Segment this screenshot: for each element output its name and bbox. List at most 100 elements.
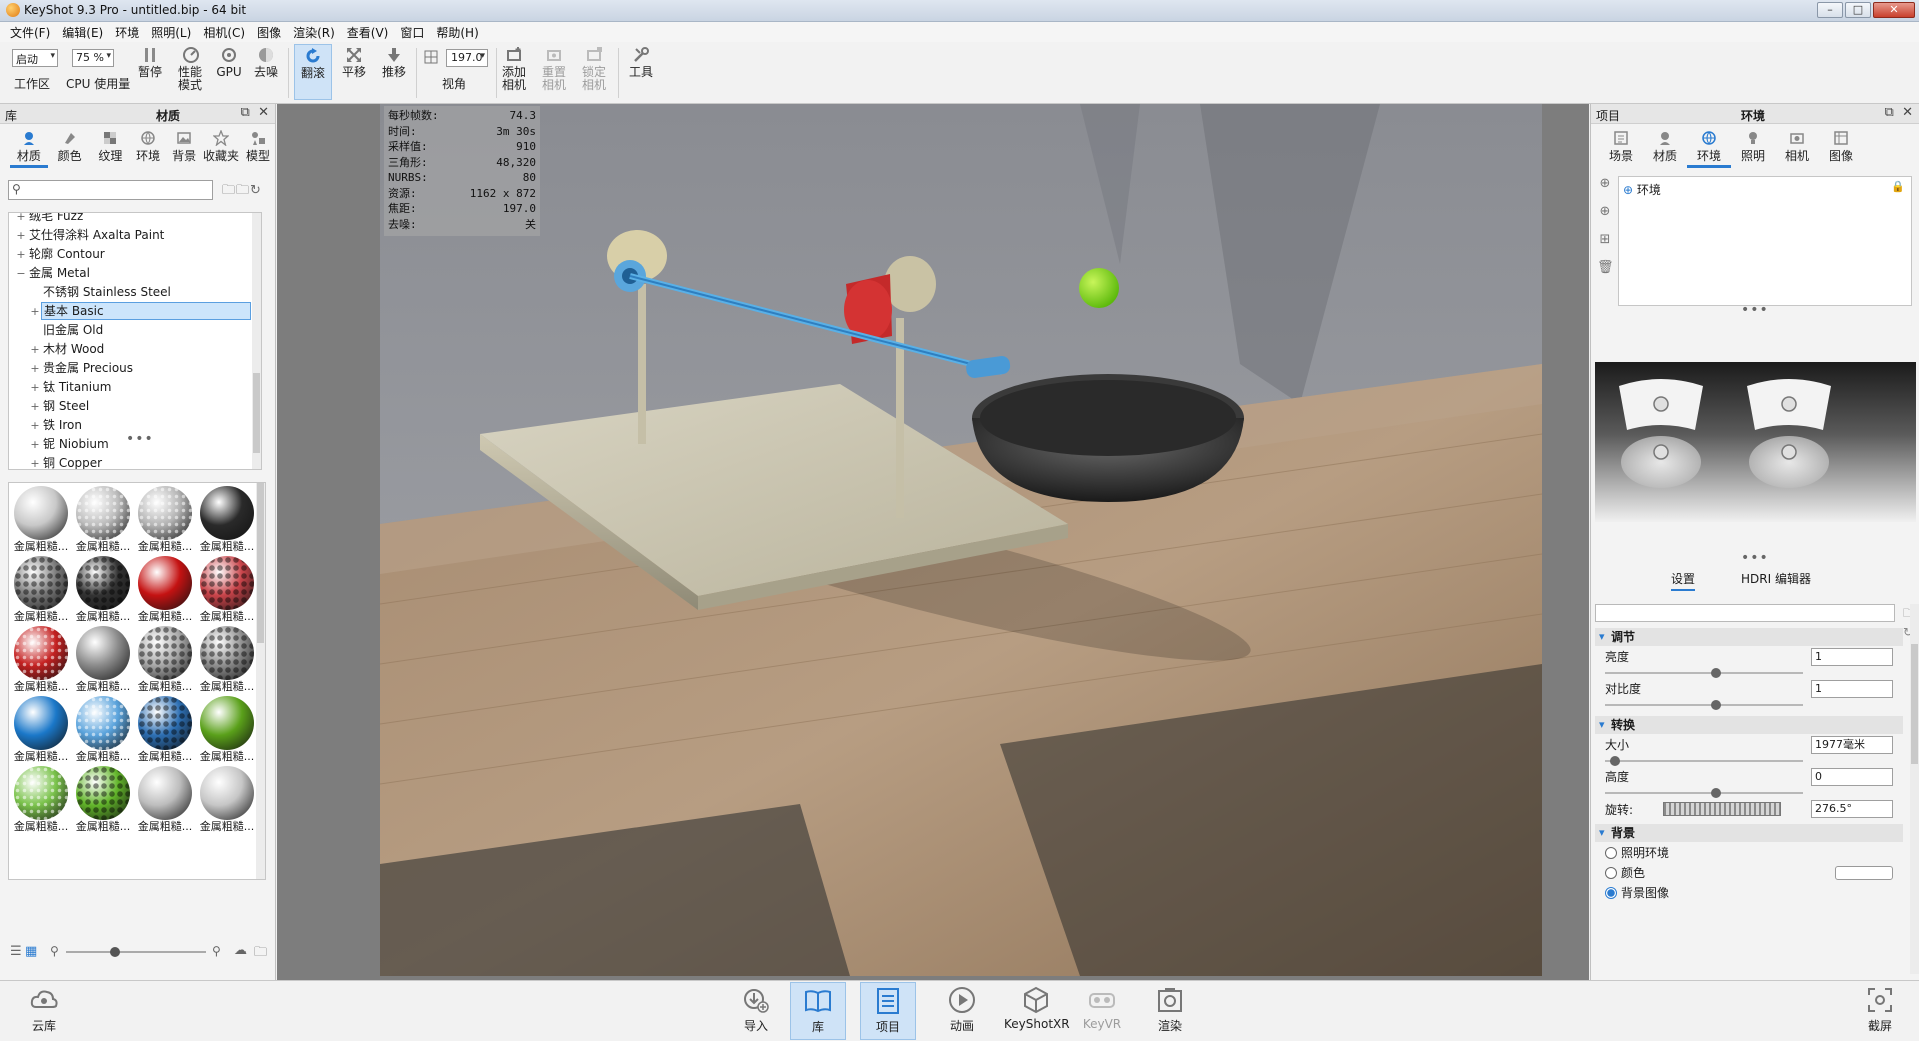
project-tab-materials[interactable]: 材质 (1643, 128, 1687, 168)
list-view-icon[interactable]: ☰ (10, 944, 22, 959)
bg-color-swatch[interactable] (1835, 866, 1893, 880)
expand-icon[interactable]: + (29, 360, 41, 378)
thumbnail-size-knob[interactable] (110, 947, 120, 957)
material-swatch[interactable]: 金属粗糙... (74, 485, 132, 555)
screenshot-button[interactable]: 截屏 (1852, 985, 1908, 1034)
library-tab-materials[interactable]: 材质 (10, 128, 48, 168)
grid-view-icon[interactable]: ▦ (25, 944, 37, 959)
tools-button[interactable]: 工具 (626, 46, 656, 79)
menu-window[interactable]: 窗口 (394, 22, 430, 42)
library-tab-backplates[interactable]: 背景 (167, 128, 201, 168)
material-swatch[interactable]: 金属粗糙... (136, 625, 194, 695)
keyvr-button[interactable]: KeyVR (1074, 985, 1130, 1031)
menu-help[interactable]: 帮助(H) (430, 22, 484, 42)
tree-item[interactable]: 不锈钢 Stainless Steel (29, 283, 173, 301)
swatch-grid-scrollbar[interactable] (256, 483, 265, 879)
library-tab-environments[interactable]: 环境 (129, 128, 167, 168)
reset-camera-button[interactable]: 重置相机 (540, 46, 570, 92)
contrast-slider[interactable] (1605, 700, 1803, 710)
tree-item[interactable]: + 铌 Niobium (29, 435, 111, 453)
size-slider[interactable] (1605, 756, 1803, 766)
tree-item[interactable]: + 钢 Steel (29, 397, 91, 415)
material-swatch[interactable]: 金属粗糙... (136, 695, 194, 765)
environment-list-item[interactable]: ⊕ 环境 (1623, 181, 1661, 198)
rotation-jog-wheel[interactable] (1663, 802, 1781, 816)
expand-icon[interactable]: + (15, 246, 27, 264)
height-slider[interactable] (1605, 788, 1803, 798)
open-folder-icon[interactable]: 🗀 (222, 183, 236, 198)
transform-section-header[interactable]: 转换 (1595, 716, 1903, 734)
material-tree-scrollbar[interactable] (252, 213, 261, 469)
pause-button[interactable]: 暂停 (136, 46, 164, 79)
material-swatch[interactable]: 金属粗糙... (198, 625, 256, 695)
subtab-settings[interactable]: 设置 (1671, 570, 1696, 591)
bg-option-lighting-environment[interactable]: 照明环境 (1605, 844, 1669, 862)
material-swatch[interactable]: 金属粗糙... (136, 485, 194, 555)
menu-environment[interactable]: 环境 (109, 22, 145, 42)
render-image[interactable]: 每秒帧数: 74.3 时间: 3m 30s 采样值: 910 三角形: 48,320 NURBS… (380, 104, 1542, 976)
material-swatch[interactable]: 金属粗糙... (198, 485, 256, 555)
delete-icon[interactable]: 🗑 (1597, 260, 1614, 276)
rotation-input[interactable]: 276.5° (1811, 800, 1893, 818)
library-tab-models[interactable]: 模型 (241, 128, 275, 168)
project-panel-scrollbar[interactable] (1910, 604, 1919, 974)
tree-item[interactable]: + 钛 Titanium (29, 378, 113, 396)
menu-lighting[interactable]: 照明(L) (145, 22, 197, 42)
radio-button[interactable] (1605, 847, 1617, 859)
menu-file[interactable]: 文件(F) (4, 22, 56, 42)
expand-icon[interactable]: + (29, 455, 41, 469)
material-swatch[interactable]: 金属粗糙... (12, 485, 70, 555)
contrast-slider-knob[interactable] (1710, 700, 1721, 710)
panel-close-icon[interactable]: ✕ (258, 105, 269, 120)
tree-item[interactable]: + 绒毛 Fuzz (15, 213, 85, 225)
tree-item[interactable]: 旧金属 Old (29, 321, 105, 339)
pan-button[interactable]: 平移 (338, 46, 370, 79)
material-swatch[interactable]: 金属粗糙... (198, 555, 256, 625)
project-tab-environment[interactable]: 环境 (1687, 128, 1731, 168)
tree-item[interactable]: + 艾仕得涂料 Axalta Paint (15, 226, 166, 244)
size-input[interactable]: 1977毫米 (1811, 736, 1893, 754)
material-swatch[interactable]: 金属粗糙... (136, 555, 194, 625)
lock-camera-button[interactable]: 锁定相机 (580, 46, 610, 92)
undock-icon[interactable]: ⧉ (241, 105, 250, 120)
render-viewport[interactable]: 每秒帧数: 74.3 时间: 3m 30s 采样值: 910 三角形: 48,320 NURBS… (277, 104, 1589, 980)
menu-render[interactable]: 渲染(R) (287, 22, 341, 42)
material-swatch[interactable]: 金属粗糙... (136, 765, 194, 835)
project-tab-scene[interactable]: 场景 (1599, 128, 1643, 168)
brightness-slider[interactable] (1605, 668, 1803, 678)
maximize-button[interactable]: □ (1845, 2, 1871, 18)
expand-icon[interactable]: + (29, 341, 41, 359)
add-environment-icon[interactable]: ⊕ (1597, 176, 1613, 192)
material-swatch[interactable]: 金属粗糙... (198, 695, 256, 765)
tree-item[interactable]: + 轮廓 Contour (15, 245, 107, 263)
tree-item[interactable]: + 基本 Basic (29, 302, 251, 320)
expand-icon[interactable]: + (29, 436, 41, 454)
lock-icon[interactable]: 🔒 (1891, 180, 1905, 193)
brightness-input[interactable]: 1 (1811, 648, 1893, 666)
menu-image[interactable]: 图像 (251, 22, 287, 42)
radio-button[interactable] (1605, 887, 1617, 899)
add-to-library-icon[interactable]: ⊞ (1597, 232, 1613, 248)
height-slider-knob[interactable] (1710, 788, 1721, 798)
menu-edit[interactable]: 编辑(E) (56, 22, 109, 42)
expand-icon[interactable]: + (29, 417, 41, 435)
panel-splitter-handle[interactable]: ••• (1741, 550, 1769, 566)
duplicate-environment-icon[interactable]: ⊕ (1597, 204, 1613, 220)
keyshotxr-button[interactable]: KeyShotXR (1004, 985, 1070, 1031)
collapse-icon[interactable]: − (15, 265, 27, 283)
import-folder-icon[interactable]: 🗀 (254, 943, 267, 965)
material-swatch[interactable]: 金属粗糙... (12, 555, 70, 625)
library-tab-colors[interactable]: 颜色 (48, 128, 92, 168)
thumbnail-size-slider[interactable] (66, 947, 206, 957)
cloud-upload-icon[interactable]: ☁ (234, 943, 247, 958)
project-button[interactable]: 项目 (860, 982, 916, 1040)
close-button[interactable]: ✕ (1873, 2, 1915, 18)
radio-button[interactable] (1605, 867, 1617, 879)
library-tab-textures[interactable]: 纹理 (91, 128, 129, 168)
render-button[interactable]: 渲染 (1142, 985, 1198, 1034)
environment-name-field[interactable] (1595, 604, 1895, 622)
library-button[interactable]: 库 (790, 982, 846, 1040)
brightness-slider-knob[interactable] (1710, 668, 1721, 678)
field-of-view-input[interactable]: 197.0 (446, 49, 488, 67)
material-swatch[interactable]: 金属粗糙... (12, 765, 70, 835)
